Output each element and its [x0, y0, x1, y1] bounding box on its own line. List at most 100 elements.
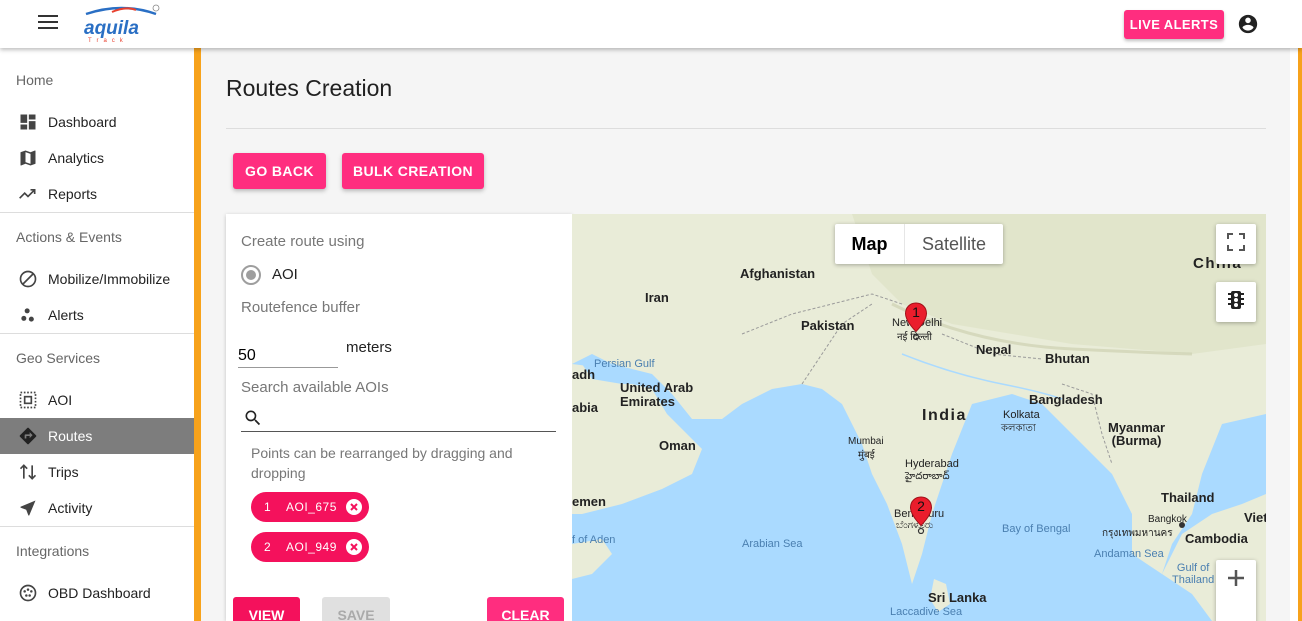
search-field	[241, 402, 556, 432]
map-label: adh	[572, 367, 596, 382]
navigation-icon	[18, 498, 38, 518]
sidebar-item-label: Activity	[48, 500, 93, 516]
svg-text:Track: Track	[88, 38, 128, 44]
map-type-map-button[interactable]: Map	[835, 224, 905, 264]
app-bar: aquila Track LIVE ALERTS	[0, 0, 1302, 48]
map-label: กรุงเทพมหานคร	[1102, 528, 1173, 539]
directions-icon	[18, 426, 38, 446]
sidebar-item-label: Dashboard	[48, 114, 117, 130]
map-label: Persian Gulf	[594, 358, 655, 370]
map-view[interactable]: Afghanistan Iran Pakistan China New Delh…	[572, 214, 1266, 621]
map-label: Hyderabad	[905, 458, 959, 470]
page-title: Routes Creation	[226, 75, 393, 101]
map-label: Myanmar (Burma)	[1108, 420, 1166, 448]
fullscreen-icon	[1227, 232, 1245, 256]
map-type-satellite-button[interactable]: Satellite	[905, 224, 1003, 264]
map-label: मुंबई	[858, 450, 875, 461]
fullscreen-button[interactable]	[1216, 224, 1256, 264]
create-route-label: Create route using	[241, 233, 365, 250]
route-marker-pin[interactable]: 1	[904, 302, 928, 341]
aoi-radio-label: AOI	[272, 266, 298, 283]
map-type-toggle: Map Satellite	[835, 224, 1003, 264]
sidebar: Home Dashboard Analytics Reports Actions…	[0, 48, 194, 621]
section-title-actions-events: Actions & Events	[16, 229, 122, 245]
buffer-unit: meters	[346, 339, 392, 356]
map-label: Thailand	[1161, 490, 1215, 505]
clear-button[interactable]: CLEAR	[487, 597, 564, 621]
sidebar-item-label: Alerts	[48, 307, 84, 323]
section-title-home: Home	[16, 72, 54, 88]
section-title-geo-services: Geo Services	[16, 350, 101, 366]
bulk-creation-button[interactable]: BULK CREATION	[342, 153, 484, 189]
zoom-in-icon[interactable]	[1226, 568, 1246, 593]
chip-label: AOI_675	[286, 500, 337, 514]
sidebar-item-label: Trips	[48, 464, 79, 480]
map-label: Bhutan	[1045, 351, 1090, 366]
sidebar-item-obd-dashboard[interactable]: OBD Dashboard	[0, 575, 194, 611]
sidebar-item-activity[interactable]: Activity	[0, 490, 194, 526]
sidebar-item-mobilize[interactable]: Mobilize/Immobilize	[0, 261, 194, 297]
swap-icon	[18, 462, 38, 482]
map-label: Mumbai	[848, 436, 884, 447]
sidebar-item-trips[interactable]: Trips	[0, 454, 194, 490]
map-label: emen	[572, 494, 606, 509]
divider	[0, 526, 194, 527]
marker-number: 1	[912, 304, 920, 320]
block-icon	[18, 269, 38, 289]
save-button[interactable]: SAVE	[322, 597, 390, 621]
map-label: Iran	[645, 290, 669, 305]
map-label: India	[922, 407, 967, 424]
sidebar-item-dashboard[interactable]: Dashboard	[0, 104, 194, 140]
sidebar-item-label: AOI	[48, 392, 73, 408]
zoom-out-icon[interactable]	[1226, 613, 1246, 621]
sidebar-item-reports[interactable]: Reports	[0, 176, 194, 212]
sidebar-item-analytics[interactable]: Analytics	[0, 140, 194, 176]
trending-icon	[18, 184, 38, 204]
sidebar-item-alerts[interactable]: Alerts	[0, 297, 194, 333]
view-button[interactable]: VIEW	[233, 597, 300, 621]
sidebar-item-label: OBD Dashboard	[48, 585, 151, 601]
route-point-chip[interactable]: 2 AOI_949	[251, 532, 369, 562]
accent-bar	[194, 48, 201, 621]
sidebar-item-aoi[interactable]: AOI	[0, 382, 194, 418]
divider	[0, 333, 194, 334]
account-circle-icon[interactable]	[1237, 13, 1259, 35]
map-label: Oman	[659, 438, 696, 453]
sidebar-item-label: Reports	[48, 186, 98, 202]
buffer-input[interactable]	[238, 338, 338, 368]
sidebar-item-routes[interactable]: Routes	[0, 418, 194, 454]
menu-icon[interactable]	[38, 15, 58, 31]
search-icon	[243, 408, 263, 428]
chip-label: AOI_949	[286, 540, 337, 554]
divider	[226, 128, 1266, 129]
remove-icon[interactable]	[346, 499, 362, 515]
marker-number: 2	[917, 498, 925, 514]
search-input[interactable]	[271, 406, 551, 428]
route-marker-pin[interactable]: 2	[909, 496, 933, 535]
traffic-layer-button[interactable]	[1216, 282, 1256, 322]
traffic-light-icon	[1227, 290, 1245, 315]
map-label: Andaman Sea	[1094, 548, 1164, 560]
map-label: Cambodia	[1185, 531, 1248, 546]
map-label: United Arab Emirates	[620, 380, 694, 409]
live-alerts-button[interactable]: LIVE ALERTS	[1124, 10, 1224, 39]
route-form-card: Create route using AOI Routefence buffer…	[226, 214, 572, 621]
map-label: Gulf of Thailand	[1172, 562, 1215, 586]
sidebar-item-label: Analytics	[48, 150, 105, 166]
aquila-logo[interactable]: aquila Track	[82, 4, 162, 44]
remove-icon[interactable]	[346, 539, 362, 555]
city-dot	[1179, 522, 1185, 528]
go-back-button[interactable]: GO BACK	[233, 153, 326, 189]
sidebar-item-label: Routes	[48, 428, 93, 444]
rearrange-hint: Points can be rearranged by dragging and…	[251, 445, 513, 481]
aoi-radio[interactable]	[241, 265, 261, 285]
zoom-controls	[1216, 560, 1256, 621]
map-label: abia	[572, 400, 599, 415]
map-label: Nepal	[976, 342, 1012, 357]
sidebar-item-label: Mobilize/Immobilize	[48, 271, 171, 287]
map-label: Afghanistan	[740, 266, 816, 281]
map-label: Bay of Bengal	[1002, 523, 1071, 535]
route-point-chip[interactable]: 1 AOI_675	[251, 492, 369, 522]
map-label: Kolkata	[1003, 409, 1040, 421]
dashboard-icon	[18, 112, 38, 132]
